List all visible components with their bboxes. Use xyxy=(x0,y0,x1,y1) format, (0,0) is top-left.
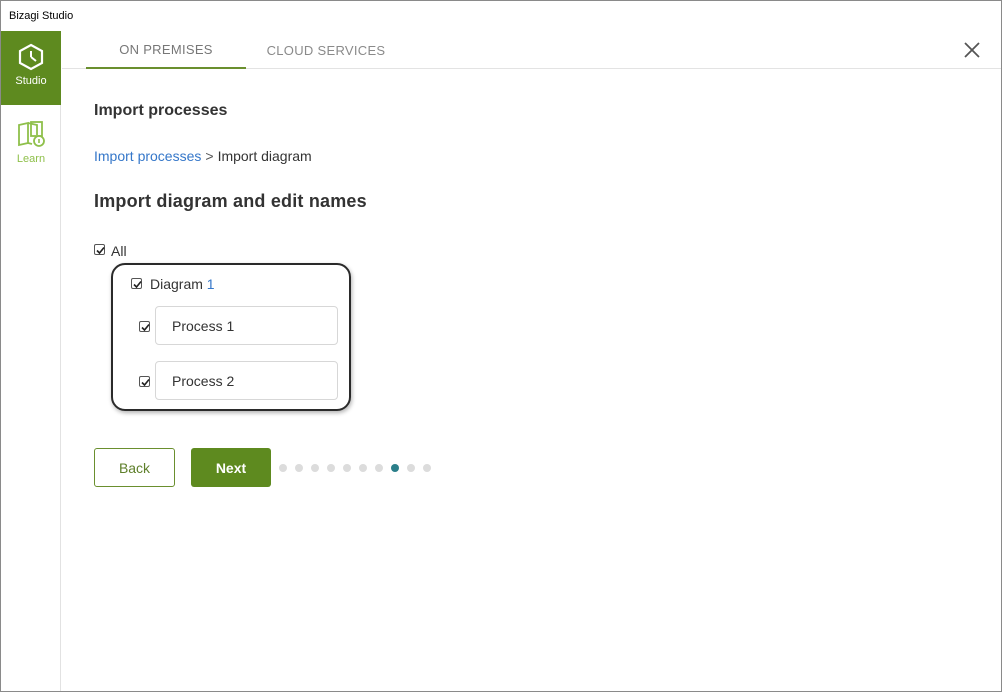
tab-cloud-services[interactable]: CLOUD SERVICES xyxy=(246,31,406,69)
process-2-checkbox[interactable] xyxy=(139,376,150,387)
wizard-step-dot xyxy=(279,464,287,472)
wizard-step-dot xyxy=(311,464,319,472)
checkmark-icon xyxy=(141,323,150,332)
breadcrumb-current: Import diagram xyxy=(217,148,312,164)
wizard-step-dot xyxy=(359,464,367,472)
sidebar-item-label: Learn xyxy=(16,153,46,165)
diagram-checkbox[interactable] xyxy=(131,278,142,289)
process-2-name-input[interactable]: Process 2 xyxy=(155,361,338,400)
back-button[interactable]: Back xyxy=(94,448,175,487)
tab-bar: ON PREMISES CLOUD SERVICES xyxy=(62,31,1001,69)
next-button[interactable]: Next xyxy=(191,448,271,487)
title-bar: Bizagi Studio xyxy=(1,1,1001,31)
sidebar: Studio Learn xyxy=(1,31,61,691)
page-title: Import processes xyxy=(94,102,228,119)
diagram-label-text: Diagram xyxy=(150,276,203,292)
wizard-step-dot xyxy=(407,464,415,472)
learn-book-icon xyxy=(18,121,45,147)
sidebar-item-label: Studio xyxy=(15,75,47,87)
wizard-step-dot xyxy=(343,464,351,472)
wizard-step-dot xyxy=(295,464,303,472)
process-1-checkbox[interactable] xyxy=(139,321,150,332)
wizard-step-dot xyxy=(327,464,335,472)
breadcrumb: Import processes > Import diagram xyxy=(94,148,312,164)
close-icon[interactable] xyxy=(963,41,981,59)
all-checkbox-label: All xyxy=(111,243,127,259)
wizard-step-dot-current xyxy=(391,464,399,472)
diagram-number: 1 xyxy=(206,276,215,292)
sidebar-item-studio[interactable]: Studio xyxy=(1,31,61,105)
breadcrumb-link-import-processes[interactable]: Import processes xyxy=(94,148,201,164)
breadcrumb-separator: > xyxy=(205,148,214,164)
checkmark-icon xyxy=(96,246,105,255)
sidebar-item-learn[interactable]: Learn xyxy=(1,111,61,185)
tab-on-premises[interactable]: ON PREMISES xyxy=(86,31,246,69)
app-window: Bizagi Studio Studio Learn ON PREMISES C… xyxy=(0,0,1002,692)
checkmark-icon xyxy=(141,378,150,387)
wizard-step-dot xyxy=(375,464,383,472)
all-checkbox[interactable] xyxy=(94,244,105,255)
section-title: Import diagram and edit names xyxy=(94,191,367,211)
process-1-name-input[interactable]: Process 1 xyxy=(155,306,338,345)
studio-hexagon-icon xyxy=(18,43,44,71)
diagram-checkbox-label: Diagram 1 xyxy=(150,276,215,292)
checkmark-icon xyxy=(133,280,142,289)
wizard-step-dot xyxy=(423,464,431,472)
window-title: Bizagi Studio xyxy=(9,10,74,22)
